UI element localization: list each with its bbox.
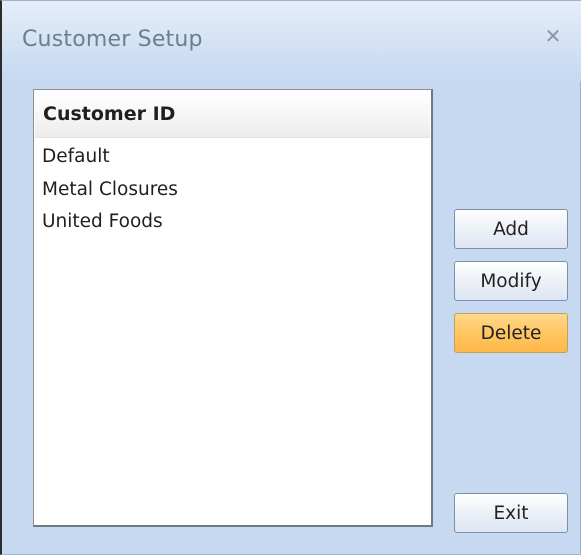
list-item-metal-closures[interactable]: Metal Closures <box>42 179 178 200</box>
customer-setup-window: Customer Setup ✕ Customer ID Default Met… <box>0 0 581 555</box>
column-header: Customer ID <box>43 103 176 125</box>
window-title: Customer Setup <box>22 27 203 52</box>
add-button[interactable]: Add <box>454 209 568 249</box>
close-icon[interactable]: ✕ <box>538 21 568 51</box>
customer-list[interactable]: Customer ID Default Metal Closures Unite… <box>33 89 433 527</box>
delete-button[interactable]: Delete <box>454 313 568 353</box>
exit-button[interactable]: Exit <box>454 493 568 533</box>
list-item-default[interactable]: Default <box>42 146 110 167</box>
list-item-united-foods[interactable]: United Foods <box>42 211 163 232</box>
modify-button[interactable]: Modify <box>454 261 568 301</box>
list-header-customer-id: Customer ID <box>35 91 430 138</box>
title-bar[interactable]: Customer Setup ✕ <box>2 1 581 81</box>
